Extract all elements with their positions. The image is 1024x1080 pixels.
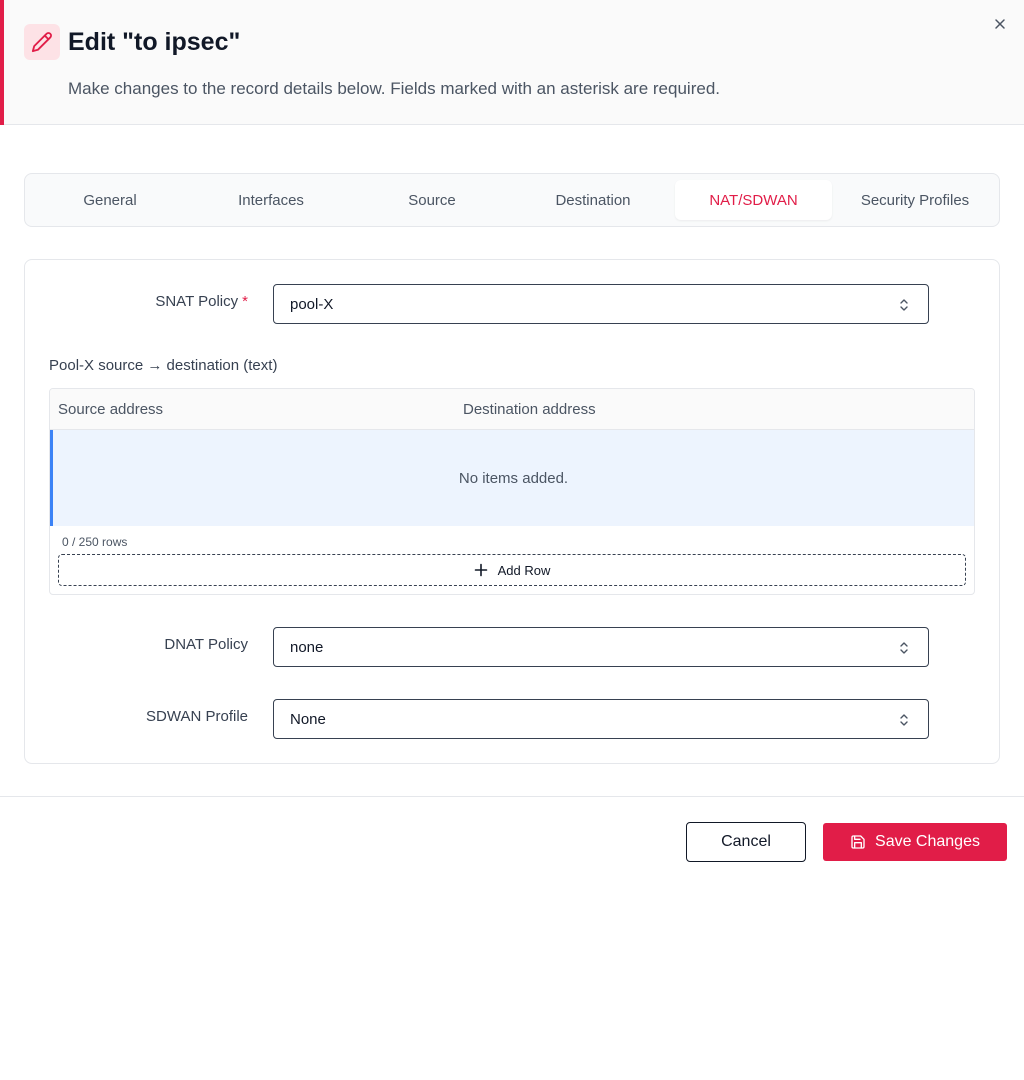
pencil-icon — [24, 24, 60, 60]
dialog-footer: Cancel Save Changes — [0, 796, 1024, 878]
add-row-button[interactable]: Add Row — [58, 554, 966, 586]
dialog-header: Edit "to ipsec" Make changes to the reco… — [0, 0, 1024, 125]
cancel-button[interactable]: Cancel — [686, 822, 806, 862]
chevron-up-down-icon — [900, 714, 908, 726]
header-accent-bar — [0, 0, 4, 125]
plus-icon — [474, 563, 487, 577]
tab-bar: General Interfaces Source Destination NA… — [24, 173, 1000, 227]
snat-policy-label: SNAT Policy * — [155, 293, 248, 310]
empty-state-row: No items added. — [50, 430, 974, 526]
tab-interfaces[interactable]: Interfaces — [192, 180, 350, 220]
required-asterisk: * — [242, 293, 248, 310]
save-changes-button[interactable]: Save Changes — [823, 823, 1007, 861]
add-row-label: Add Row — [497, 562, 551, 578]
pool-table-title: Pool-X source → destination (text) — [49, 357, 278, 374]
table-header: Source address Destination address — [50, 389, 974, 430]
column-header-destination: Destination address — [463, 401, 596, 418]
rows-counter: 0 / 250 rows — [62, 535, 128, 549]
snat-policy-select[interactable]: pool-X — [273, 284, 929, 324]
snat-policy-label-text: SNAT Policy — [155, 293, 239, 310]
snat-policy-value: pool-X — [290, 295, 334, 313]
dialog-title: Edit "to ipsec" — [68, 28, 241, 56]
chevron-up-down-icon — [900, 299, 908, 311]
column-header-source: Source address — [58, 401, 164, 418]
dialog-subtitle: Make changes to the record details below… — [68, 79, 720, 98]
save-icon — [851, 835, 865, 849]
dnat-policy-select[interactable]: none — [273, 627, 929, 667]
pool-address-table: Source address Destination address No it… — [49, 388, 975, 595]
dnat-policy-label: DNAT Policy — [164, 636, 248, 653]
tab-destination[interactable]: Destination — [514, 180, 672, 220]
sdwan-profile-value: None — [290, 710, 326, 728]
tab-source[interactable]: Source — [353, 180, 511, 220]
nat-sdwan-panel: SNAT Policy * pool-X Pool-X source → dest… — [24, 259, 1000, 764]
chevron-up-down-icon — [900, 642, 908, 654]
close-icon[interactable] — [992, 16, 1008, 32]
tab-general[interactable]: General — [31, 180, 189, 220]
save-changes-label: Save Changes — [875, 833, 980, 850]
sdwan-profile-label: SDWAN Profile — [146, 708, 248, 725]
tab-nat-sdwan[interactable]: NAT/SDWAN — [675, 180, 832, 220]
sdwan-profile-select[interactable]: None — [273, 699, 929, 739]
tab-security-profiles[interactable]: Security Profiles — [835, 180, 995, 220]
dnat-policy-value: none — [290, 638, 324, 656]
